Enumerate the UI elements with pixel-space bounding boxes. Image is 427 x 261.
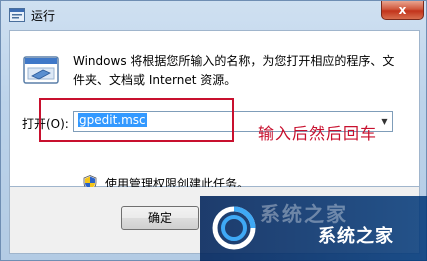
annotation-highlight-box xyxy=(39,98,234,142)
title-bar[interactable]: 运行 x xyxy=(1,1,426,29)
dropdown-arrow-icon[interactable]: ▼ xyxy=(377,112,392,131)
xitongzhijia-logo-icon xyxy=(212,206,256,250)
ok-button[interactable]: 确定 xyxy=(121,206,199,230)
dialog-description: Windows 将根据您所输入的名称，为您打开相应的程序、文件夹、文档或 Int… xyxy=(73,54,395,87)
run-window-icon xyxy=(9,8,25,22)
close-button[interactable]: x xyxy=(381,1,424,20)
annotation-text: 输入后然后回车 xyxy=(258,124,378,143)
watermark-banner: 系统之家 系统之家 xyxy=(200,196,427,261)
watermark-text: 系统之家 xyxy=(318,226,394,247)
run-program-icon xyxy=(23,54,59,86)
window-title: 运行 xyxy=(31,9,56,23)
close-icon: x xyxy=(398,3,407,17)
